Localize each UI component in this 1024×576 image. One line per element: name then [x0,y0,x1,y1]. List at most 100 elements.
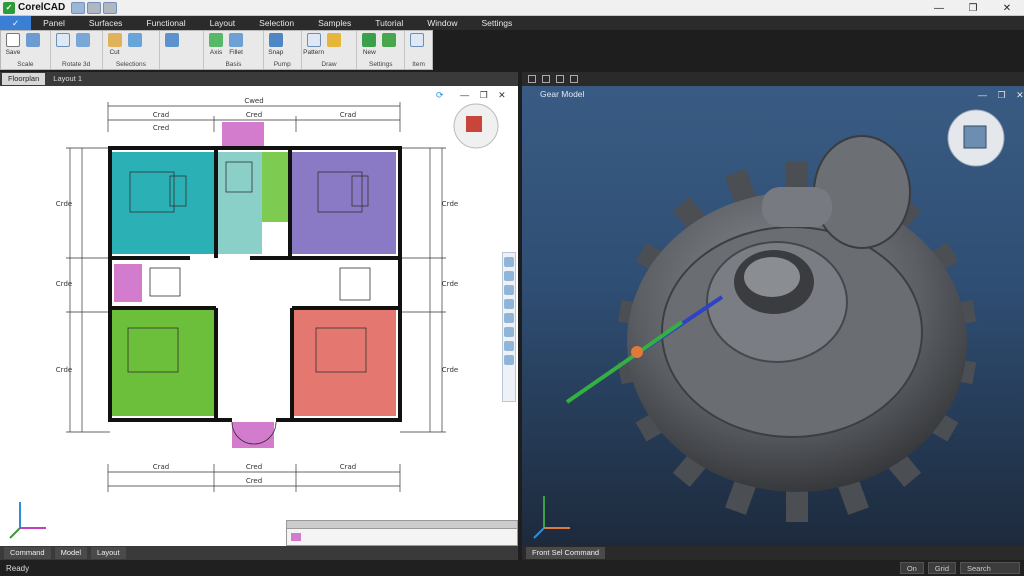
ribbon-group-basis: Axis Fillet Basis [204,31,264,69]
dim-top-a: Crad [153,111,170,119]
menu-item-surfaces[interactable]: Surfaces [77,16,135,30]
status-field-grid[interactable]: Grid [927,562,956,574]
shading-icon[interactable] [556,75,564,83]
model-viewport[interactable]: Gear Model — ❐ ✕ [522,72,1024,546]
menu-item-functional[interactable]: Functional [134,16,197,30]
dim-right-c: Crde [442,366,458,374]
room-pink-left [114,264,142,302]
room-purple [292,152,396,254]
ribbon-group-extrude [160,31,205,69]
tab-layout-1[interactable]: Layout 1 [47,73,88,85]
room-bath-teal [218,152,262,254]
menu-item-window[interactable]: Window [415,16,469,30]
extrude-button[interactable] [162,33,182,67]
right-pane-tab-bar [522,72,1024,86]
section-icon[interactable] [504,327,514,337]
menu-item-tutorial[interactable]: Tutorial [363,16,415,30]
menu-item-layout[interactable]: Layout [198,16,248,30]
room-teal [112,152,216,254]
quick-access-undo-icon[interactable] [103,1,118,14]
magnet-icon [268,33,283,47]
ribbon-group-rotate: Rotate 3d [51,31,103,69]
room-bath-green [262,152,290,222]
orbit-icon[interactable] [504,285,514,295]
gear-model [533,109,1005,539]
floorplan-drawing: Cwed Crad Cred Crad Cred Crad Cred Crad … [9,97,499,539]
dim-bottom-c: Crad [340,463,357,471]
ribbon-group-selections: Cut Selections [103,31,161,69]
dim-top-b: Cred [246,111,262,119]
maximize-icon[interactable]: ❐ [956,0,990,16]
arrow-up-icon [326,33,341,47]
menu-bar: ✓ Panel Surfaces Functional Layout Selec… [0,16,1024,30]
viewport-close-icon[interactable]: ✕ [498,90,506,100]
list-icon [410,33,425,47]
measure-icon[interactable] [504,313,514,323]
dim-bottom-a: Crad [153,463,170,471]
viewport-close-icon[interactable]: ✕ [1016,90,1024,100]
fillet-icon [229,33,244,47]
tab-floorplan[interactable]: Floorplan [2,73,46,85]
right-status-text: Front Sel Command [526,547,606,559]
command-bar: Ready [0,560,1024,576]
tab-command[interactable]: Command [4,547,51,559]
dim-left-a: Crde [56,200,72,208]
menu-item-selection[interactable]: Selection [247,16,306,30]
quick-access-settings-icon[interactable] [87,1,102,14]
dim-top-total: Cwed [244,97,263,105]
room-green [112,308,216,416]
rotate-icon [75,33,90,47]
render-icon[interactable] [504,341,514,351]
viewport-restore-icon[interactable]: ❐ [480,90,488,100]
dim-top-c: Crad [340,111,357,119]
dim-bottom-b: Cred [246,463,262,471]
pan-icon[interactable] [504,271,514,281]
left-pane-tab-bar: Floorplan Layout 1 [0,72,518,86]
ucs-axis-icon-3d [533,496,570,539]
layer-table-header [287,521,517,529]
layer-swatch[interactable] [291,533,301,541]
cursor-icon [127,33,142,47]
dim-left-c: Crde [56,366,72,374]
sync-icon[interactable]: ⟳ [436,90,444,100]
viewport-minimize-icon[interactable]: — [460,90,469,100]
axis-icon [209,33,224,47]
ribbon-toolbar: Save Scale Rotate 3d Cut Selections Axis… [0,30,433,70]
status-fields: On Grid Search [896,560,1020,576]
transform-icon[interactable] [542,75,550,83]
app-logo-icon: ✓ [3,1,15,14]
viewport-minimize-icon[interactable]: — [978,90,987,100]
copy-icon [55,33,70,47]
window-controls: — ❐ ✕ [922,0,1024,16]
rotate-icon[interactable] [528,75,536,83]
camera-icon[interactable] [570,75,578,83]
document-icon [6,33,20,47]
tab-model[interactable]: Model [54,547,88,559]
ucs-axis-icon [9,502,46,539]
search-input[interactable]: Search [960,562,1020,574]
left-status-bar: Command Model Layout [0,546,518,560]
layers-icon[interactable] [504,355,514,365]
scissors-icon [107,33,122,47]
tab-layout[interactable]: Layout [91,547,126,559]
minimize-icon[interactable]: — [922,0,956,16]
viewport-title: Gear Model [540,89,585,99]
ribbon-group-draw: Pattern Draw [302,31,358,69]
dim-right-b: Crde [442,280,458,288]
status-field-on[interactable]: On [899,562,924,574]
menu-item-samples[interactable]: Samples [306,16,363,30]
floorplan-viewport[interactable]: Cwed Crad Cred Crad Cred Crad Cred Crad … [0,72,518,546]
dim-bottom-total: Cred [246,477,262,485]
menu-item-home[interactable]: ✓ [0,16,32,30]
ribbon-group-file: Save Scale [1,31,51,69]
viewport-restore-icon[interactable]: ❐ [998,90,1006,100]
menu-item-settings[interactable]: Settings [469,16,524,30]
zoom-icon[interactable] [504,257,514,267]
command-line[interactable]: Ready [6,564,29,573]
title-bar: ✓ CorelCAD — ❐ ✕ [0,0,1024,16]
close-icon[interactable]: ✕ [990,0,1024,16]
pattern-icon [306,33,321,47]
quick-access-save-icon[interactable] [71,1,86,14]
fit-icon[interactable] [504,299,514,309]
menu-item-panel[interactable]: Panel [31,16,77,30]
